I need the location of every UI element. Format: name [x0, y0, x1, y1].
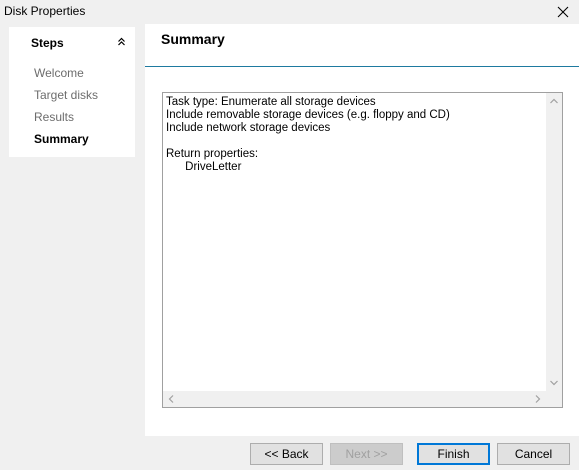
- steps-header[interactable]: Steps: [9, 27, 135, 57]
- cancel-button[interactable]: Cancel: [497, 443, 570, 465]
- scroll-left-button[interactable]: [163, 391, 179, 407]
- page-header: Summary: [145, 24, 579, 66]
- vertical-scrollbar[interactable]: [546, 93, 562, 391]
- chevron-right-icon: [535, 395, 541, 403]
- close-button[interactable]: [548, 0, 578, 24]
- page-title: Summary: [161, 31, 225, 47]
- summary-text: Task type: Enumerate all storage devices…: [166, 96, 450, 173]
- scroll-up-button[interactable]: [546, 93, 562, 109]
- steps-panel: Steps Welcome Target disks Results Summa…: [9, 27, 135, 157]
- chevron-down-icon: [550, 380, 558, 386]
- close-icon: [557, 6, 569, 18]
- finish-button[interactable]: Finish: [417, 443, 490, 465]
- step-welcome: Welcome: [34, 66, 84, 80]
- back-button[interactable]: << Back: [250, 443, 323, 465]
- disk-properties-window: Disk Properties Steps Welcome Target dis…: [0, 0, 579, 470]
- horizontal-scrollbar[interactable]: [163, 391, 546, 407]
- step-summary: Summary: [34, 132, 89, 146]
- next-button[interactable]: Next >>: [330, 443, 403, 465]
- step-target-disks: Target disks: [34, 88, 99, 102]
- scrollbar-corner: [546, 391, 562, 407]
- scroll-down-button[interactable]: [546, 375, 562, 391]
- step-results: Results: [34, 110, 75, 124]
- summary-textbox[interactable]: Task type: Enumerate all storage devices…: [162, 92, 563, 408]
- scroll-right-button[interactable]: [530, 391, 546, 407]
- window-title: Disk Properties: [4, 4, 86, 18]
- page-body: Task type: Enumerate all storage devices…: [145, 67, 579, 436]
- collapse-chevron-icon[interactable]: [117, 37, 126, 46]
- steps-title: Steps: [31, 36, 64, 50]
- chevron-up-icon: [550, 98, 558, 104]
- chevron-left-icon: [168, 395, 174, 403]
